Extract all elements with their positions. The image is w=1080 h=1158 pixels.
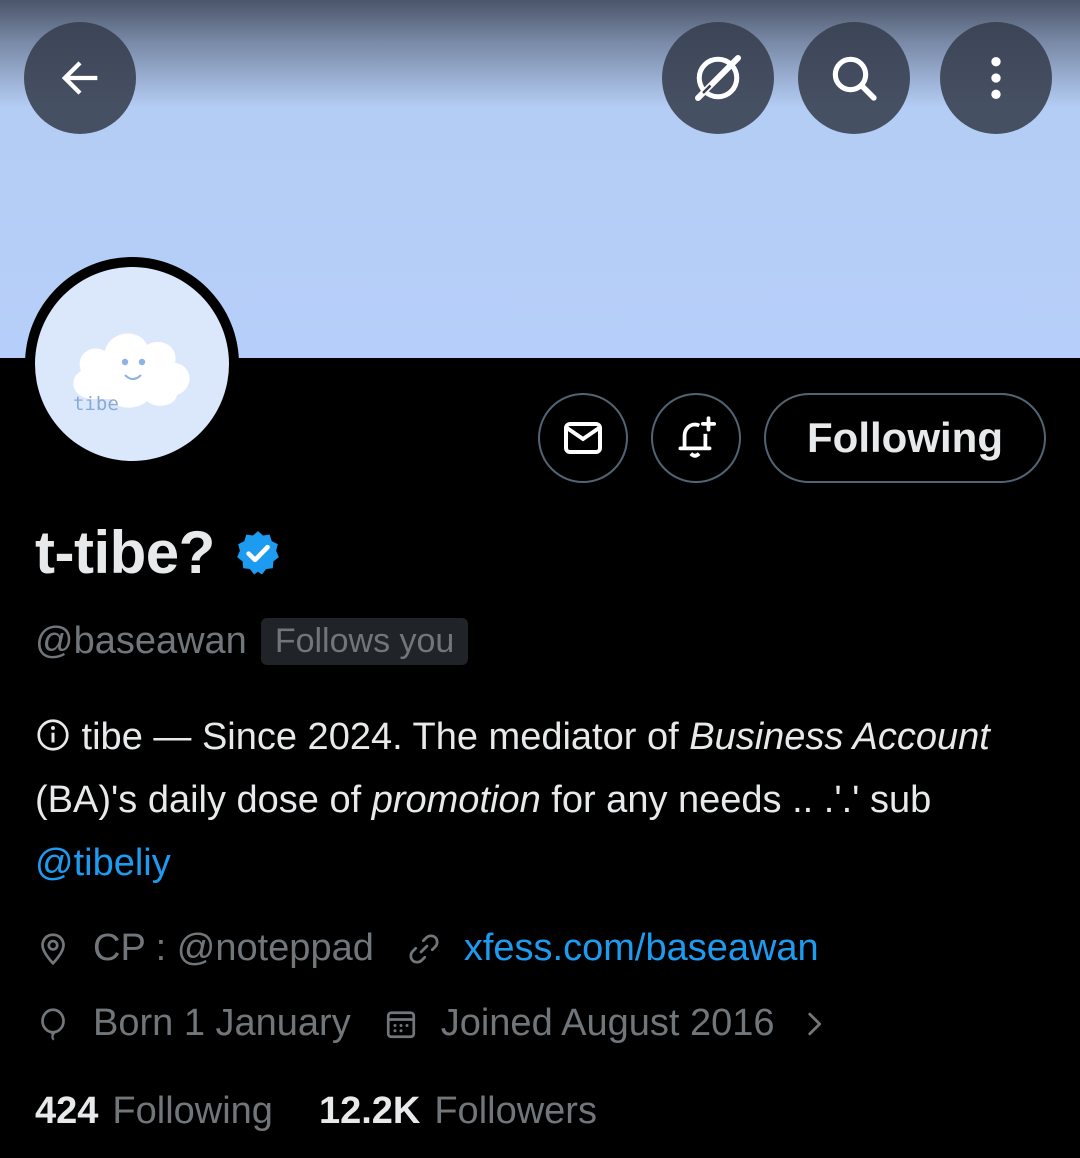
follow-stats: 424 Following 12.2K Followers: [35, 1090, 597, 1133]
message-button[interactable]: [538, 393, 628, 483]
display-name-row: t-tibe?: [35, 518, 283, 587]
info-icon: [37, 719, 69, 751]
website-link[interactable]: xfess.com/baseawan: [464, 927, 819, 970]
meta-row-location: CP : @noteppad xfess.com/baseawan: [35, 927, 819, 970]
followers-label: Followers: [434, 1090, 597, 1132]
notify-button[interactable]: [651, 393, 741, 483]
bio-text-3: for any needs .. .'.' sub: [540, 779, 932, 821]
avatar[interactable]: tibe: [25, 257, 239, 471]
following-count: 424: [35, 1090, 99, 1132]
following-stat[interactable]: 424 Following: [35, 1090, 273, 1133]
display-name: t-tibe?: [35, 519, 215, 586]
followers-count: 12.2K: [318, 1090, 421, 1132]
bio: tibe — Since 2024. The mediator of Busin…: [35, 706, 1045, 895]
handle-row: @baseawan Follows you: [35, 618, 469, 665]
location-text: CP : @noteppad: [93, 927, 374, 969]
bio-emphasis-1: Business Account: [689, 716, 990, 758]
envelope-icon: [564, 422, 602, 454]
bio-text-2: (BA)'s daily dose of: [35, 779, 372, 821]
bio-emphasis-2: promotion: [371, 779, 541, 821]
bell-plus-icon: [678, 416, 716, 458]
search-icon: [832, 56, 877, 101]
grok-button[interactable]: [662, 22, 774, 134]
chevron-right-icon[interactable]: [797, 1007, 831, 1041]
following-label: Following: [112, 1090, 273, 1132]
grok-icon: [695, 55, 741, 101]
joined-text: Joined August 2016: [440, 1002, 775, 1044]
follows-you-badge: Follows you: [260, 618, 469, 665]
handle: @baseawan: [35, 620, 247, 662]
avatar-image: tibe: [35, 267, 229, 461]
balloon-icon: [35, 1006, 71, 1042]
link-icon: [406, 931, 442, 967]
back-button[interactable]: [24, 22, 136, 134]
following-button[interactable]: Following: [764, 393, 1046, 483]
location-pin-icon: [35, 931, 71, 967]
followers-stat[interactable]: 12.2K Followers: [319, 1090, 597, 1133]
cloud-icon: [73, 333, 190, 408]
more-vertical-icon: [991, 57, 1001, 99]
verified-badge-icon[interactable]: [233, 528, 283, 578]
avatar-label: tibe: [73, 393, 119, 415]
bio-mention-link[interactable]: @tibeliy: [35, 842, 171, 884]
search-button[interactable]: [798, 22, 910, 134]
meta-row-dates[interactable]: Born 1 January Joined August 2016: [35, 1002, 831, 1045]
arrow-left-icon: [61, 61, 98, 95]
more-button[interactable]: [940, 22, 1052, 134]
bio-text-1: tibe — Since 2024. The mediator of: [71, 716, 690, 758]
calendar-icon: [383, 1006, 419, 1042]
birthday-text: Born 1 January: [93, 1002, 351, 1044]
